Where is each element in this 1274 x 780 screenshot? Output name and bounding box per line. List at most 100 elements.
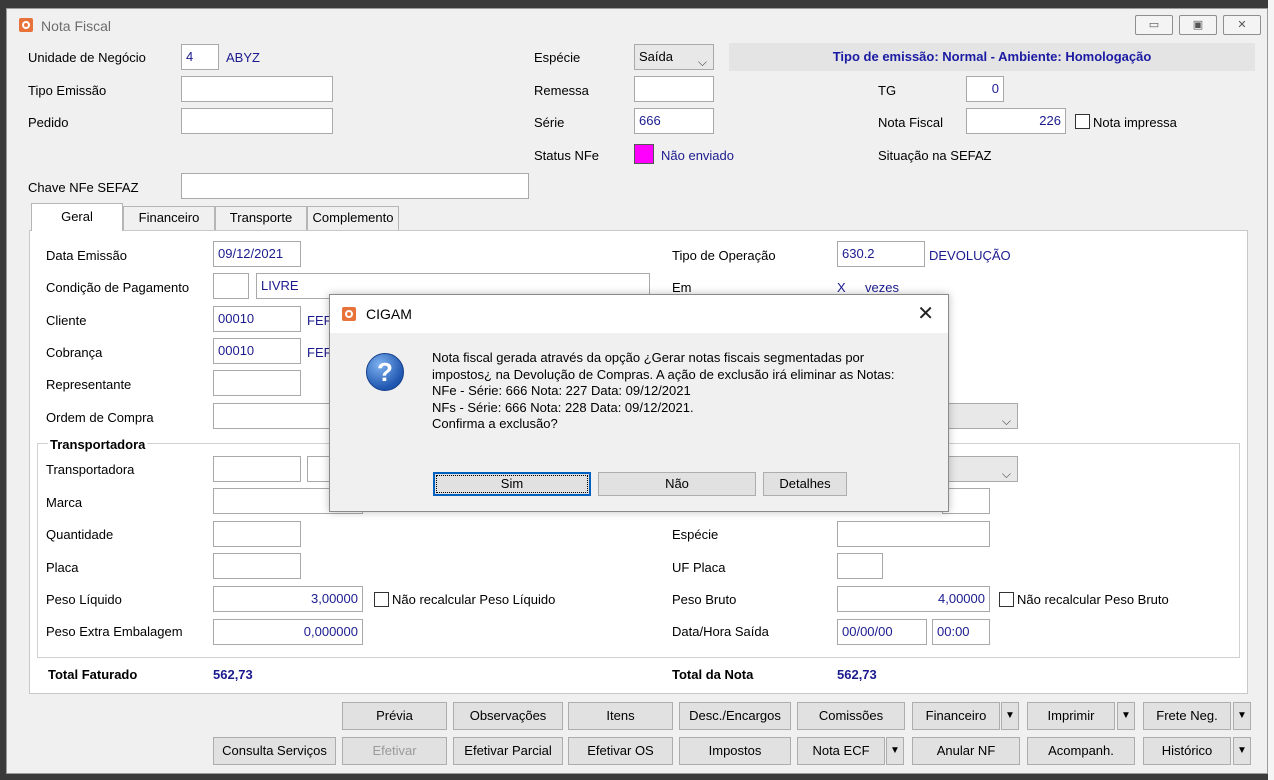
remessa-input[interactable]: [634, 76, 714, 102]
anular-nf-button[interactable]: Anular NF: [912, 737, 1020, 765]
nao-recalc-bruto-label: Não recalcular Peso Bruto: [1017, 592, 1169, 607]
nota-ecf-button[interactable]: Nota ECF: [797, 737, 885, 765]
uf-placa-input[interactable]: [837, 553, 883, 579]
maximize-button[interactable]: ▣: [1179, 15, 1217, 35]
cond-pag-code-input[interactable]: [213, 273, 249, 299]
window-titlebar: Nota Fiscal ▭ ▣ ✕: [7, 9, 1267, 41]
peso-extra-label: Peso Extra Embalagem: [46, 624, 183, 639]
tab-complemento[interactable]: Complemento: [307, 206, 399, 230]
peso-bruto-input[interactable]: 4,00000: [837, 586, 990, 612]
placa-input[interactable]: [213, 553, 301, 579]
peso-liquido-input[interactable]: 3,00000: [213, 586, 363, 612]
tipo-emissao-input[interactable]: [181, 76, 333, 102]
dialog-message-line: impostos¿ na Devolução de Compras. A açã…: [432, 367, 895, 382]
tab-financeiro[interactable]: Financeiro: [123, 206, 215, 230]
especie-select[interactable]: Saída ⌵: [634, 44, 714, 70]
especie-vol-label: Espécie: [672, 527, 719, 542]
pedido-input[interactable]: [181, 108, 333, 134]
representante-label: Representante: [46, 377, 132, 392]
em-x: X: [837, 280, 846, 295]
emission-banner: Tipo de emissão: Normal - Ambiente: Homo…: [729, 43, 1255, 71]
em-vezes: vezes: [865, 280, 899, 295]
status-color-indicator: [634, 144, 654, 164]
transportadora-code-input[interactable]: [213, 456, 301, 482]
dialog-titlebar: CIGAM ✕: [330, 295, 948, 333]
cliente-code-input[interactable]: 00010: [213, 306, 301, 332]
situacao-sefaz-label: Situação na SEFAZ: [878, 148, 992, 163]
unidade-name: ABYZ: [226, 50, 260, 65]
itens-button[interactable]: Itens: [568, 702, 673, 730]
ordem-compra-input[interactable]: [213, 403, 343, 429]
marca-right-input[interactable]: [942, 488, 990, 514]
cliente-label: Cliente: [46, 313, 87, 328]
unidade-label: Unidade de Negócio: [28, 50, 146, 65]
tab-geral[interactable]: Geral: [31, 203, 123, 231]
previa-button[interactable]: Prévia: [342, 702, 447, 730]
ordem-compra-select[interactable]: ⌵: [942, 403, 1018, 429]
peso-bruto-label: Peso Bruto: [672, 592, 737, 607]
representante-input[interactable]: [213, 370, 301, 396]
dialog-title: CIGAM: [366, 306, 412, 322]
comissoes-button[interactable]: Comissões: [797, 702, 905, 730]
hora-saida-input[interactable]: 00:00: [932, 619, 990, 645]
chevron-down-icon: ⌵: [1001, 414, 1011, 428]
data-hora-saida-label: Data/Hora Saída: [672, 624, 769, 639]
detalhes-button[interactable]: Detalhes: [763, 472, 847, 496]
em-label: Em: [672, 280, 692, 295]
minimize-button[interactable]: ▭: [1135, 15, 1173, 35]
close-icon[interactable]: ✕: [917, 301, 934, 326]
especie-vol-input[interactable]: [837, 521, 990, 547]
imprimir-dropdown-icon[interactable]: ▼: [1117, 702, 1135, 730]
window-title: Nota Fiscal: [41, 18, 112, 34]
imprimir-button[interactable]: Imprimir: [1027, 702, 1115, 730]
peso-liquido-label: Peso Líquido: [46, 592, 122, 607]
dialog-message-line: Confirma a exclusão?: [432, 416, 558, 431]
acompanh-button[interactable]: Acompanh.: [1027, 737, 1135, 765]
total-nota-value: 562,73: [837, 667, 877, 682]
nota-fiscal-label: Nota Fiscal: [878, 115, 944, 130]
cobranca-code-input[interactable]: 00010: [213, 338, 301, 364]
nao-recalc-liquido-label: Não recalcular Peso Líquido: [392, 592, 556, 607]
tipo-operacao-label: Tipo de Operação: [672, 248, 776, 263]
nao-recalc-bruto-checkbox[interactable]: [999, 592, 1014, 607]
tab-transporte[interactable]: Transporte: [215, 206, 307, 230]
tg-input[interactable]: 0: [966, 76, 1004, 102]
close-window-button[interactable]: ✕: [1223, 15, 1261, 35]
placa-label: Placa: [46, 560, 79, 575]
desc-encargos-button[interactable]: Desc./Encargos: [679, 702, 791, 730]
serie-label: Série: [534, 115, 565, 130]
tipo-operacao-input[interactable]: 630.2: [837, 241, 925, 267]
sim-button[interactable]: Sim: [433, 472, 591, 496]
chevron-down-icon: ⌵: [1001, 467, 1011, 481]
chave-nfe-input[interactable]: [181, 173, 529, 199]
tg-label: TG: [878, 83, 897, 98]
financeiro-button[interactable]: Financeiro: [912, 702, 1000, 730]
historico-dropdown-icon[interactable]: ▼: [1233, 737, 1251, 765]
dialog-message-line: Nota fiscal gerada através da opção ¿Ger…: [432, 350, 865, 365]
quantidade-input[interactable]: [213, 521, 301, 547]
serie-input[interactable]: 666: [634, 108, 714, 134]
efetivar-button[interactable]: Efetivar: [342, 737, 447, 765]
efetivar-os-button[interactable]: Efetivar OS: [568, 737, 673, 765]
impostos-button[interactable]: Impostos: [679, 737, 791, 765]
data-emissao-input[interactable]: 09/12/2021: [213, 241, 301, 267]
financeiro-dropdown-icon[interactable]: ▼: [1001, 702, 1019, 730]
transportadora-select[interactable]: ⌵: [942, 456, 1018, 482]
nao-recalc-liquido-checkbox[interactable]: [374, 592, 389, 607]
historico-button[interactable]: Histórico: [1143, 737, 1231, 765]
peso-extra-input[interactable]: 0,000000: [213, 619, 363, 645]
nota-impressa-checkbox[interactable]: [1075, 114, 1090, 129]
observacoes-button[interactable]: Observações: [453, 702, 563, 730]
ordem-compra-label: Ordem de Compra: [46, 410, 154, 425]
nota-fiscal-input[interactable]: 226: [966, 108, 1066, 134]
nao-button[interactable]: Não: [598, 472, 756, 496]
frete-neg-button[interactable]: Frete Neg.: [1143, 702, 1231, 730]
frete-neg-dropdown-icon[interactable]: ▼: [1233, 702, 1251, 730]
consulta-servicos-button[interactable]: Consulta Serviços: [213, 737, 336, 765]
confirm-dialog: CIGAM ✕ ? Nota fiscal gerada através da …: [329, 294, 949, 512]
nota-ecf-dropdown-icon[interactable]: ▼: [886, 737, 904, 765]
pedido-label: Pedido: [28, 115, 69, 130]
efetivar-parcial-button[interactable]: Efetivar Parcial: [453, 737, 563, 765]
unidade-code-input[interactable]: 4: [181, 44, 219, 70]
data-saida-input[interactable]: 00/00/00: [837, 619, 927, 645]
